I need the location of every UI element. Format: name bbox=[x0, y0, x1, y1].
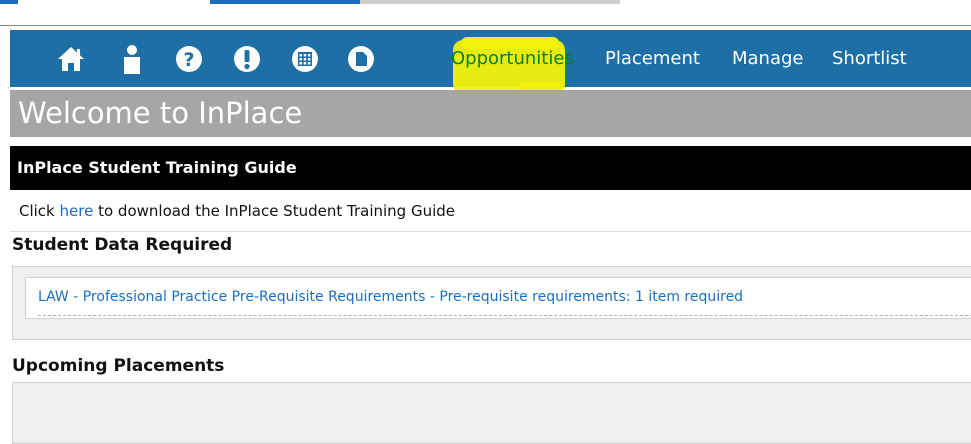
page-title: Welcome to InPlace bbox=[18, 96, 303, 130]
cropped-link-fragment bbox=[0, 0, 18, 4]
guide-text-suffix: to download the InPlace Student Training… bbox=[93, 202, 456, 220]
nav-link-shortlist[interactable]: Shortlist bbox=[832, 30, 907, 87]
nav-link-manage[interactable]: Manage bbox=[732, 30, 804, 87]
student-data-item: LAW - Professional Practice Pre-Requisit… bbox=[25, 277, 971, 319]
guide-row: Click here to download the InPlace Stude… bbox=[10, 190, 971, 232]
guide-section-header: InPlace Student Training Guide bbox=[10, 146, 971, 190]
nav-link-placement[interactable]: Placement bbox=[605, 30, 700, 87]
svg-text:?: ? bbox=[183, 49, 194, 71]
dashed-divider bbox=[38, 315, 971, 316]
welcome-banner: Welcome to InPlace bbox=[10, 90, 971, 137]
download-guide-link[interactable]: here bbox=[60, 202, 94, 220]
person-icon[interactable] bbox=[113, 40, 151, 78]
top-cropped-strip bbox=[0, 0, 971, 26]
home-icon[interactable] bbox=[52, 40, 90, 78]
cropped-link-fragment bbox=[210, 0, 360, 4]
student-data-panel: LAW - Professional Practice Pre-Requisit… bbox=[12, 266, 971, 340]
document-icon[interactable] bbox=[342, 40, 380, 78]
requirement-link[interactable]: LAW - Professional Practice Pre-Requisit… bbox=[38, 278, 743, 316]
upcoming-placements-heading: Upcoming Placements bbox=[12, 356, 225, 376]
upcoming-placements-panel bbox=[12, 382, 971, 444]
guide-header-title: InPlace Student Training Guide bbox=[17, 158, 297, 177]
guide-text-prefix: Click bbox=[19, 202, 60, 220]
student-data-heading: Student Data Required bbox=[12, 235, 233, 255]
calendar-icon[interactable] bbox=[286, 40, 324, 78]
main-nav-bar: ? Opportunities Placement Manage Shortli… bbox=[10, 30, 971, 94]
help-icon[interactable]: ? bbox=[170, 40, 208, 78]
divider bbox=[0, 25, 971, 26]
nav-link-opportunities[interactable]: Opportunities bbox=[451, 30, 574, 87]
guide-text: Click here to download the InPlace Stude… bbox=[19, 190, 455, 232]
cropped-text-fragment bbox=[360, 0, 620, 4]
alert-icon[interactable] bbox=[228, 40, 266, 78]
